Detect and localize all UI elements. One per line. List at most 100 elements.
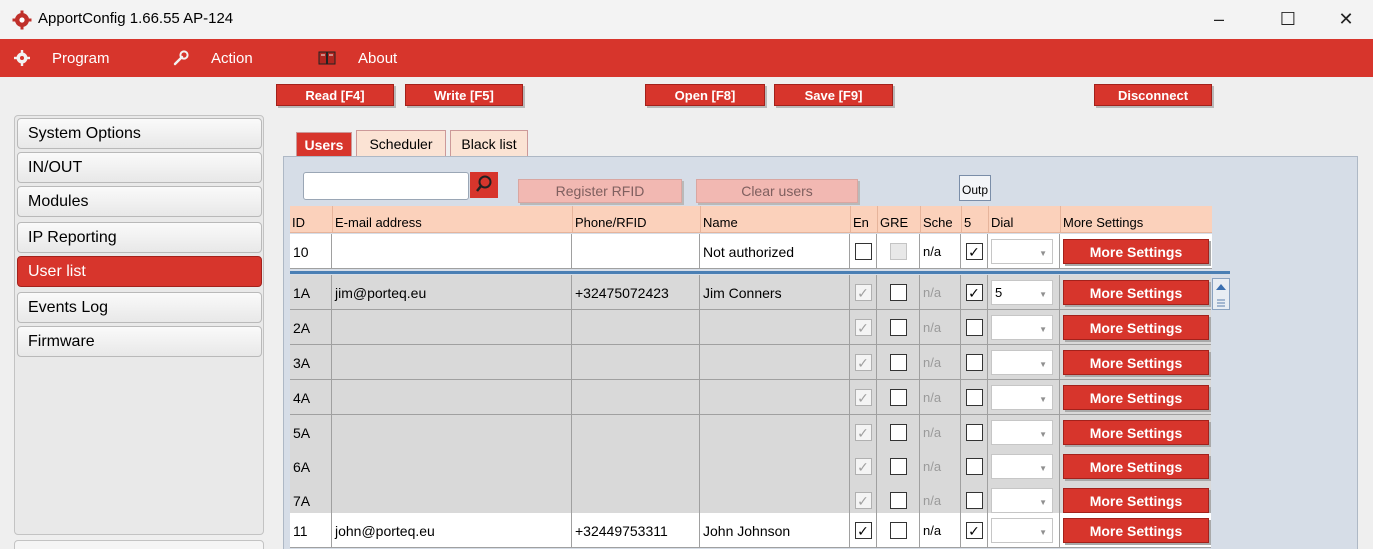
gre-checkbox[interactable]: [889, 424, 907, 441]
maximize-button[interactable]: ☐: [1265, 0, 1311, 39]
scrollbar-thumb[interactable]: [1212, 278, 1230, 310]
phone-text[interactable]: +32475072423: [575, 285, 669, 301]
cell-en: ✓: [850, 310, 877, 345]
gre-checkbox[interactable]: [889, 522, 907, 539]
cell-email: [332, 234, 572, 269]
name-text[interactable]: John Johnson: [703, 523, 790, 539]
out5-checkbox[interactable]: ✓: [965, 284, 983, 301]
tab-scheduler[interactable]: Scheduler: [356, 130, 446, 156]
en-checkbox[interactable]: ✓: [854, 389, 872, 406]
tab-black-list[interactable]: Black list: [450, 130, 528, 156]
read-button[interactable]: Read [F4]: [276, 84, 394, 106]
en-checkbox[interactable]: ✓: [854, 458, 872, 475]
outputs-header[interactable]: Outp: [959, 175, 991, 201]
email-text[interactable]: john@porteq.eu: [335, 523, 435, 539]
cell-more-settings: More Settings: [1060, 513, 1212, 548]
menu-action-label: Action: [211, 49, 253, 67]
more-settings-button[interactable]: More Settings: [1063, 350, 1209, 375]
more-settings-button[interactable]: More Settings: [1063, 518, 1209, 543]
out5-checkbox[interactable]: [965, 319, 983, 336]
dial-select[interactable]: ▼: [991, 518, 1053, 543]
open-button[interactable]: Open [F8]: [645, 84, 765, 106]
id-text: 5A: [293, 424, 311, 441]
more-settings-button[interactable]: More Settings: [1063, 454, 1209, 479]
sidebar-item-ip-reporting[interactable]: IP Reporting: [17, 222, 262, 253]
more-settings-button[interactable]: More Settings: [1063, 239, 1209, 264]
cell-id: 4A: [290, 380, 332, 415]
gre-checkbox[interactable]: [889, 492, 907, 509]
out5-checkbox[interactable]: ✓: [965, 522, 983, 539]
dial-select[interactable]: ▼: [991, 239, 1053, 264]
gre-checkbox[interactable]: [889, 284, 907, 301]
phone-text[interactable]: +32449753311: [575, 523, 668, 539]
dial-select[interactable]: ▼: [991, 454, 1053, 479]
write-button[interactable]: Write [F5]: [405, 84, 523, 106]
name-text[interactable]: Not authorized: [703, 244, 794, 260]
gre-checkbox[interactable]: [889, 458, 907, 475]
dial-select[interactable]: ▼: [991, 350, 1053, 375]
en-checkbox[interactable]: ✓: [854, 492, 872, 509]
gre-checkbox[interactable]: [889, 243, 907, 260]
chevron-down-icon: ▼: [1039, 430, 1047, 439]
en-checkbox[interactable]: ✓: [854, 284, 872, 301]
sidebar-item-events-log[interactable]: Events Log: [17, 292, 262, 323]
cell-more-settings: More Settings: [1060, 234, 1212, 269]
search-button[interactable]: [470, 172, 498, 198]
dial-select[interactable]: ▼: [991, 488, 1053, 513]
dial-select[interactable]: ▼: [991, 385, 1053, 410]
en-checkbox[interactable]: ✓: [854, 424, 872, 441]
out5-checkbox[interactable]: [965, 458, 983, 475]
vertical-scrollbar[interactable]: [1211, 275, 1231, 549]
more-settings-button[interactable]: More Settings: [1063, 385, 1209, 410]
disconnect-button[interactable]: Disconnect: [1094, 84, 1212, 106]
search-input[interactable]: [303, 172, 469, 200]
sidebar-item-system-options[interactable]: System Options: [17, 118, 262, 149]
id-text: 11: [293, 522, 308, 539]
cell-id: 3A: [290, 345, 332, 380]
save-button[interactable]: Save [F9]: [774, 84, 893, 106]
more-settings-button[interactable]: More Settings: [1063, 280, 1209, 305]
more-settings-button[interactable]: More Settings: [1063, 420, 1209, 445]
column-output-5: 5: [961, 206, 988, 233]
gre-checkbox[interactable]: [889, 319, 907, 336]
dial-select[interactable]: 5 ▼: [991, 280, 1053, 305]
sidebar-item-in-out[interactable]: IN/OUT: [17, 152, 262, 183]
cell-more-settings: More Settings: [1060, 310, 1212, 345]
gre-checkbox[interactable]: [889, 389, 907, 406]
sidebar-item-firmware[interactable]: Firmware: [17, 326, 262, 357]
cell-name: [700, 310, 850, 345]
email-text[interactable]: jim@porteq.eu: [335, 285, 426, 301]
en-checkbox[interactable]: ✓: [854, 522, 872, 539]
menu-action[interactable]: Action: [173, 39, 253, 77]
out5-checkbox[interactable]: [965, 354, 983, 371]
menu-program[interactable]: Program: [14, 39, 110, 77]
close-button[interactable]: ✕: [1323, 0, 1369, 39]
cell-gre: [877, 310, 920, 345]
out5-checkbox[interactable]: ✓: [965, 243, 983, 260]
en-checkbox[interactable]: ✓: [854, 319, 872, 336]
out5-checkbox[interactable]: [965, 492, 983, 509]
more-settings-button[interactable]: More Settings: [1063, 315, 1209, 340]
en-checkbox[interactable]: [854, 243, 872, 260]
sidebar-item-user-list[interactable]: User list: [17, 256, 262, 287]
menu-about[interactable]: About: [318, 39, 397, 77]
more-settings-button[interactable]: More Settings: [1063, 488, 1209, 513]
out5-checkbox[interactable]: [965, 389, 983, 406]
table-row: 10 Not authorized n/a ✓ ▼ More Settings: [290, 234, 1212, 269]
sidebar-item-modules[interactable]: Modules: [17, 186, 262, 217]
gre-checkbox[interactable]: [889, 354, 907, 371]
out5-checkbox[interactable]: [965, 424, 983, 441]
clear-users-button[interactable]: Clear users: [696, 179, 858, 203]
minimize-button[interactable]: –: [1196, 0, 1242, 39]
scheduler-value: n/a: [923, 390, 942, 405]
register-rfid-button[interactable]: Register RFID: [518, 179, 682, 203]
chevron-down-icon: ▼: [1039, 464, 1047, 473]
name-text[interactable]: Jim Conners: [703, 285, 782, 301]
dial-select[interactable]: ▼: [991, 315, 1053, 340]
dial-select[interactable]: ▼: [991, 420, 1053, 445]
column-en: En: [850, 206, 877, 233]
en-checkbox[interactable]: ✓: [854, 354, 872, 371]
cell-en: [850, 234, 877, 269]
tab-users[interactable]: Users: [296, 132, 352, 156]
cell-scheduler: n/a: [920, 513, 961, 548]
